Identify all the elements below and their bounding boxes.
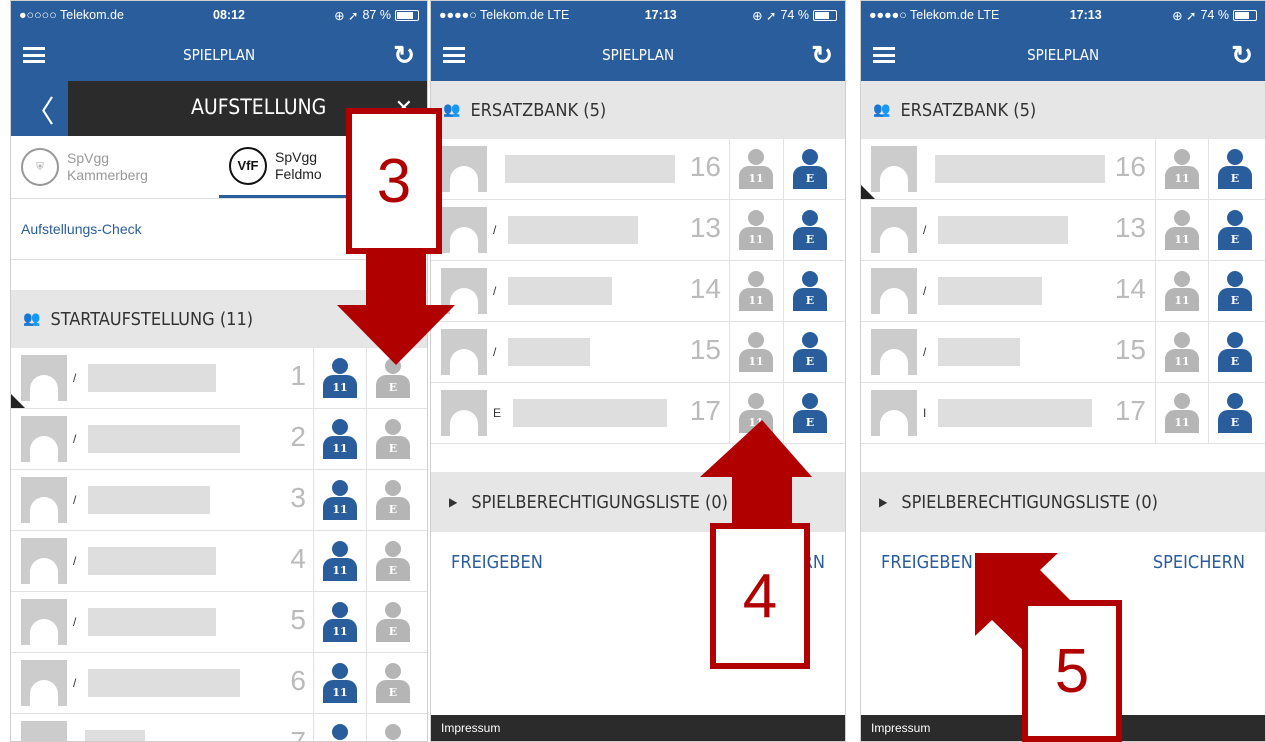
arrow-up-4 bbox=[700, 420, 812, 525]
callout-4: 4 bbox=[710, 523, 810, 669]
callout-3: 3 bbox=[346, 108, 442, 254]
callout-5: 5 bbox=[1022, 600, 1122, 742]
arrow-down-3 bbox=[337, 250, 455, 365]
